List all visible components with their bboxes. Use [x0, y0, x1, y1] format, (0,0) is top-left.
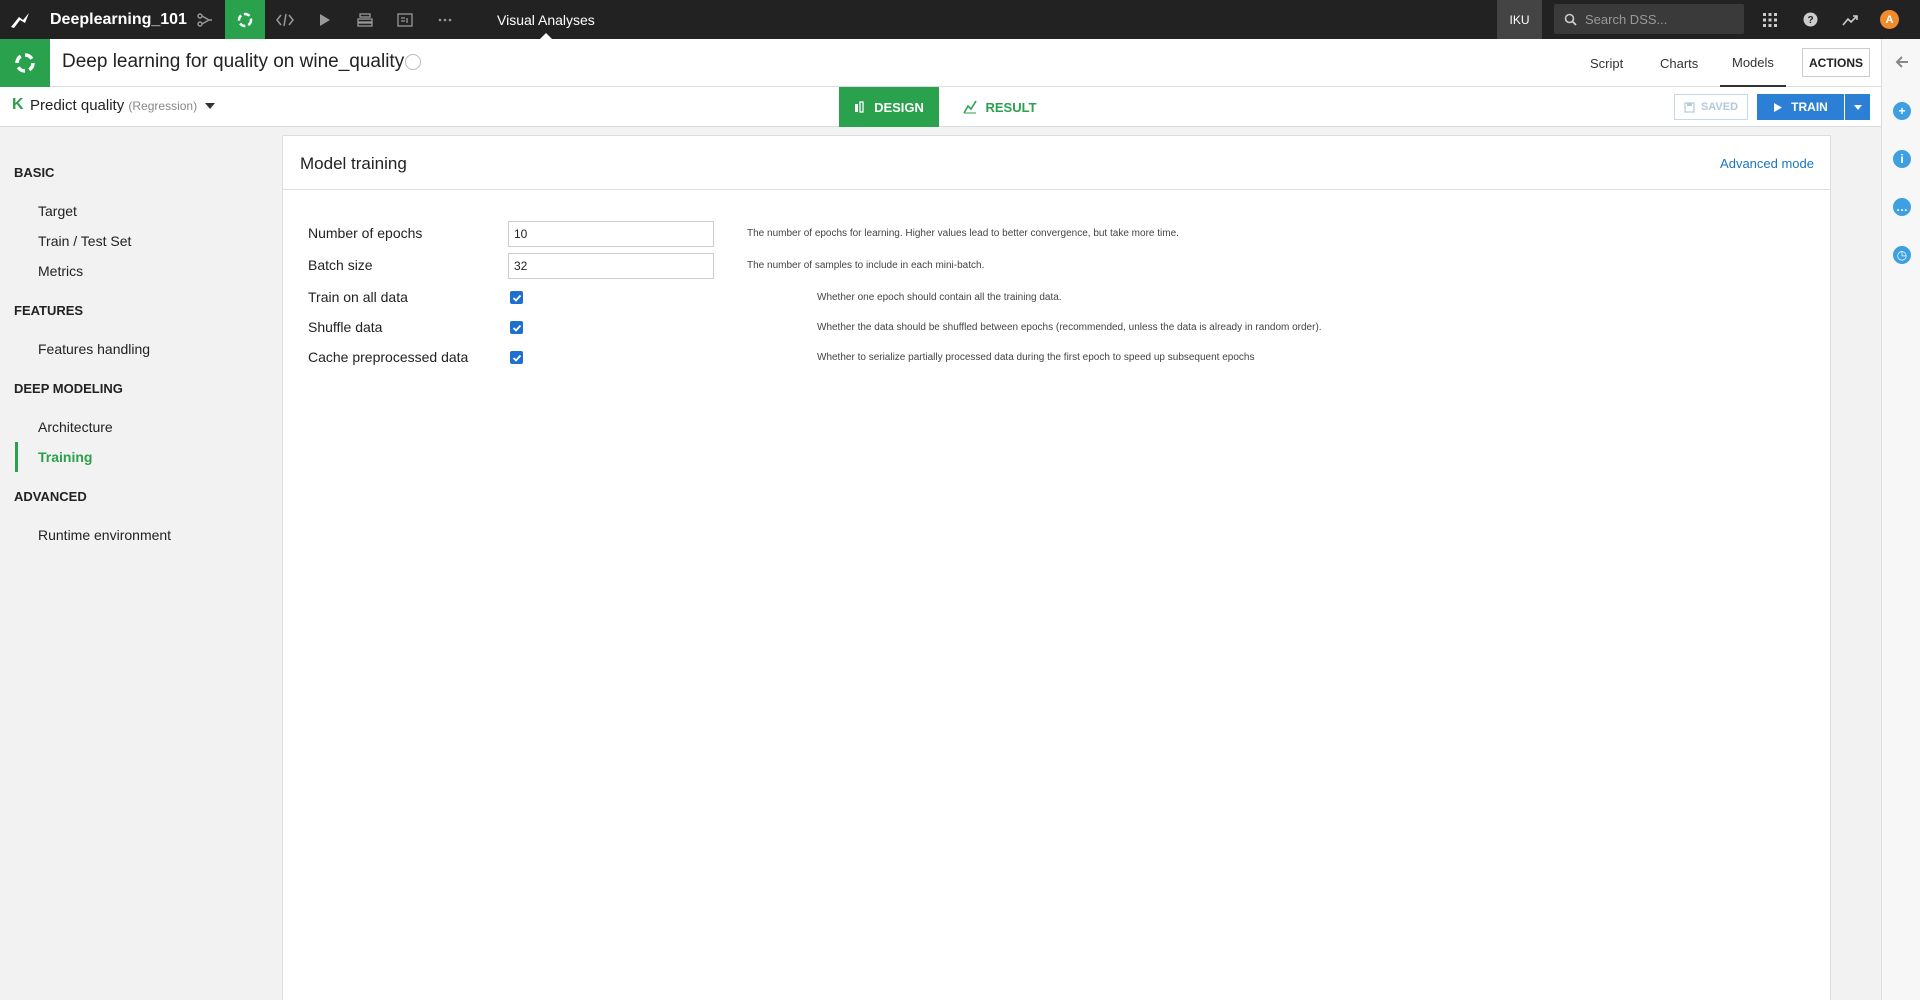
batch-size-input[interactable] — [508, 253, 714, 279]
prediction-selector[interactable]: Predict quality (Regression) — [30, 97, 216, 114]
sidebar-item-architecture[interactable]: Architecture — [38, 419, 113, 435]
train-label: TRAIN — [1791, 100, 1828, 114]
code-icon[interactable] — [265, 0, 305, 39]
tab-design[interactable]: DESIGN — [839, 87, 939, 127]
analysis-header: Deep learning for quality on wine_qualit… — [0, 39, 1881, 87]
design-icon — [855, 101, 864, 113]
activity-icon[interactable] — [1830, 0, 1870, 39]
avatar[interactable]: A — [1880, 10, 1899, 29]
search-input[interactable] — [1585, 11, 1735, 27]
global-search[interactable] — [1554, 4, 1744, 34]
epochs-input[interactable] — [508, 221, 714, 247]
section-title-label: Visual Analyses — [497, 11, 595, 28]
tab-result-label: RESULT — [985, 99, 1037, 115]
play-icon — [1774, 102, 1783, 112]
tab-models[interactable]: Models — [1720, 39, 1786, 87]
page-title[interactable]: Deep learning for quality on wine_qualit… — [62, 51, 404, 73]
project-name[interactable]: Deeplearning_101 — [50, 11, 187, 29]
train-dropdown-button[interactable] — [1845, 94, 1870, 120]
sidebar-item-training[interactable]: Training — [38, 449, 92, 465]
field-help: Whether to serialize partially processed… — [817, 352, 1255, 363]
divider — [283, 189, 1830, 190]
check-icon — [512, 354, 521, 362]
field-label: Shuffle data — [308, 319, 383, 335]
flow-icon[interactable] — [185, 0, 225, 39]
field-label: Number of epochs — [308, 225, 423, 241]
section-title[interactable]: Visual Analyses — [497, 0, 595, 39]
model-training-card: Model training Advanced mode Number of e… — [282, 135, 1831, 1000]
sidebar-section-features: FEATURES — [14, 303, 84, 318]
discussion-icon[interactable]: … — [1892, 197, 1912, 217]
sidebar-section-advanced: ADVANCED — [14, 489, 87, 504]
lab-icon[interactable] — [225, 0, 265, 39]
shuffle-data-checkbox[interactable] — [510, 321, 523, 334]
keras-icon: K — [12, 96, 24, 113]
prediction-label: Predict quality — [30, 97, 125, 114]
field-help: Whether one epoch should contain all the… — [817, 292, 1062, 303]
info-icon[interactable]: i — [1892, 149, 1912, 169]
field-help: The number of samples to include in each… — [747, 260, 985, 271]
tab-design-label: DESIGN — [874, 99, 924, 115]
prediction-mode: (Regression) — [128, 99, 198, 113]
sidebar-item-target[interactable]: Target — [38, 203, 77, 219]
field-help: Whether the data should be shuffled betw… — [817, 322, 1322, 333]
search-icon — [1564, 13, 1577, 26]
dashboard-icon[interactable] — [385, 0, 425, 39]
sidebar-item-runtime-environment[interactable]: Runtime environment — [38, 527, 171, 543]
field-help: The number of epochs for learning. Highe… — [747, 228, 1179, 239]
run-icon[interactable] — [305, 0, 345, 39]
tab-result[interactable]: RESULT — [950, 87, 1050, 127]
sidebar-section-deep-modeling: DEEP MODELING — [14, 381, 123, 396]
train-button[interactable]: TRAIN — [1757, 94, 1844, 120]
edit-title-icon[interactable] — [405, 54, 421, 70]
history-icon[interactable]: ◷ — [1892, 245, 1912, 265]
right-rail: + i … ◷ — [1881, 39, 1920, 1000]
sidebar-section-basic: BASIC — [14, 165, 55, 180]
advanced-mode-link[interactable]: Advanced mode — [1720, 156, 1814, 171]
save-icon — [1684, 101, 1695, 113]
check-icon — [512, 324, 521, 332]
actions-button[interactable]: ACTIONS — [1802, 48, 1870, 77]
tab-charts[interactable]: Charts — [1660, 39, 1698, 87]
sidebar-item-train-test-set[interactable]: Train / Test Set — [38, 233, 131, 249]
add-icon[interactable]: + — [1892, 101, 1912, 121]
stack-icon[interactable] — [345, 0, 385, 39]
back-arrow-icon[interactable] — [1892, 52, 1912, 72]
apps-grid-icon[interactable] — [1750, 0, 1790, 39]
field-label: Batch size — [308, 257, 373, 273]
instance-badge[interactable]: IKU — [1497, 0, 1542, 39]
field-label: Train on all data — [308, 289, 408, 305]
sidebar-item-metrics[interactable]: Metrics — [38, 263, 83, 279]
chevron-down-icon — [205, 103, 216, 110]
field-label: Cache preprocessed data — [308, 349, 469, 365]
check-icon — [512, 294, 521, 302]
tab-script[interactable]: Script — [1590, 39, 1623, 87]
chevron-down-icon — [1853, 104, 1862, 110]
svg-text:?: ? — [1807, 15, 1813, 26]
model-subheader: K Predict quality (Regression) DESIGN RE… — [0, 87, 1881, 127]
help-icon[interactable]: ? — [1790, 0, 1830, 39]
result-icon — [963, 100, 978, 114]
cache-preprocessed-data-checkbox[interactable] — [510, 351, 523, 364]
visual-analysis-icon — [0, 39, 50, 87]
saved-button[interactable]: SAVED — [1674, 94, 1748, 120]
saved-label: SAVED — [1700, 101, 1739, 113]
more-icon[interactable] — [425, 0, 465, 39]
dataiku-logo-icon[interactable] — [0, 0, 40, 39]
sidebar-item-features-handling[interactable]: Features handling — [38, 341, 150, 357]
card-title: Model training — [300, 154, 407, 173]
train-on-all-data-checkbox[interactable] — [510, 291, 523, 304]
active-indicator — [15, 442, 18, 472]
